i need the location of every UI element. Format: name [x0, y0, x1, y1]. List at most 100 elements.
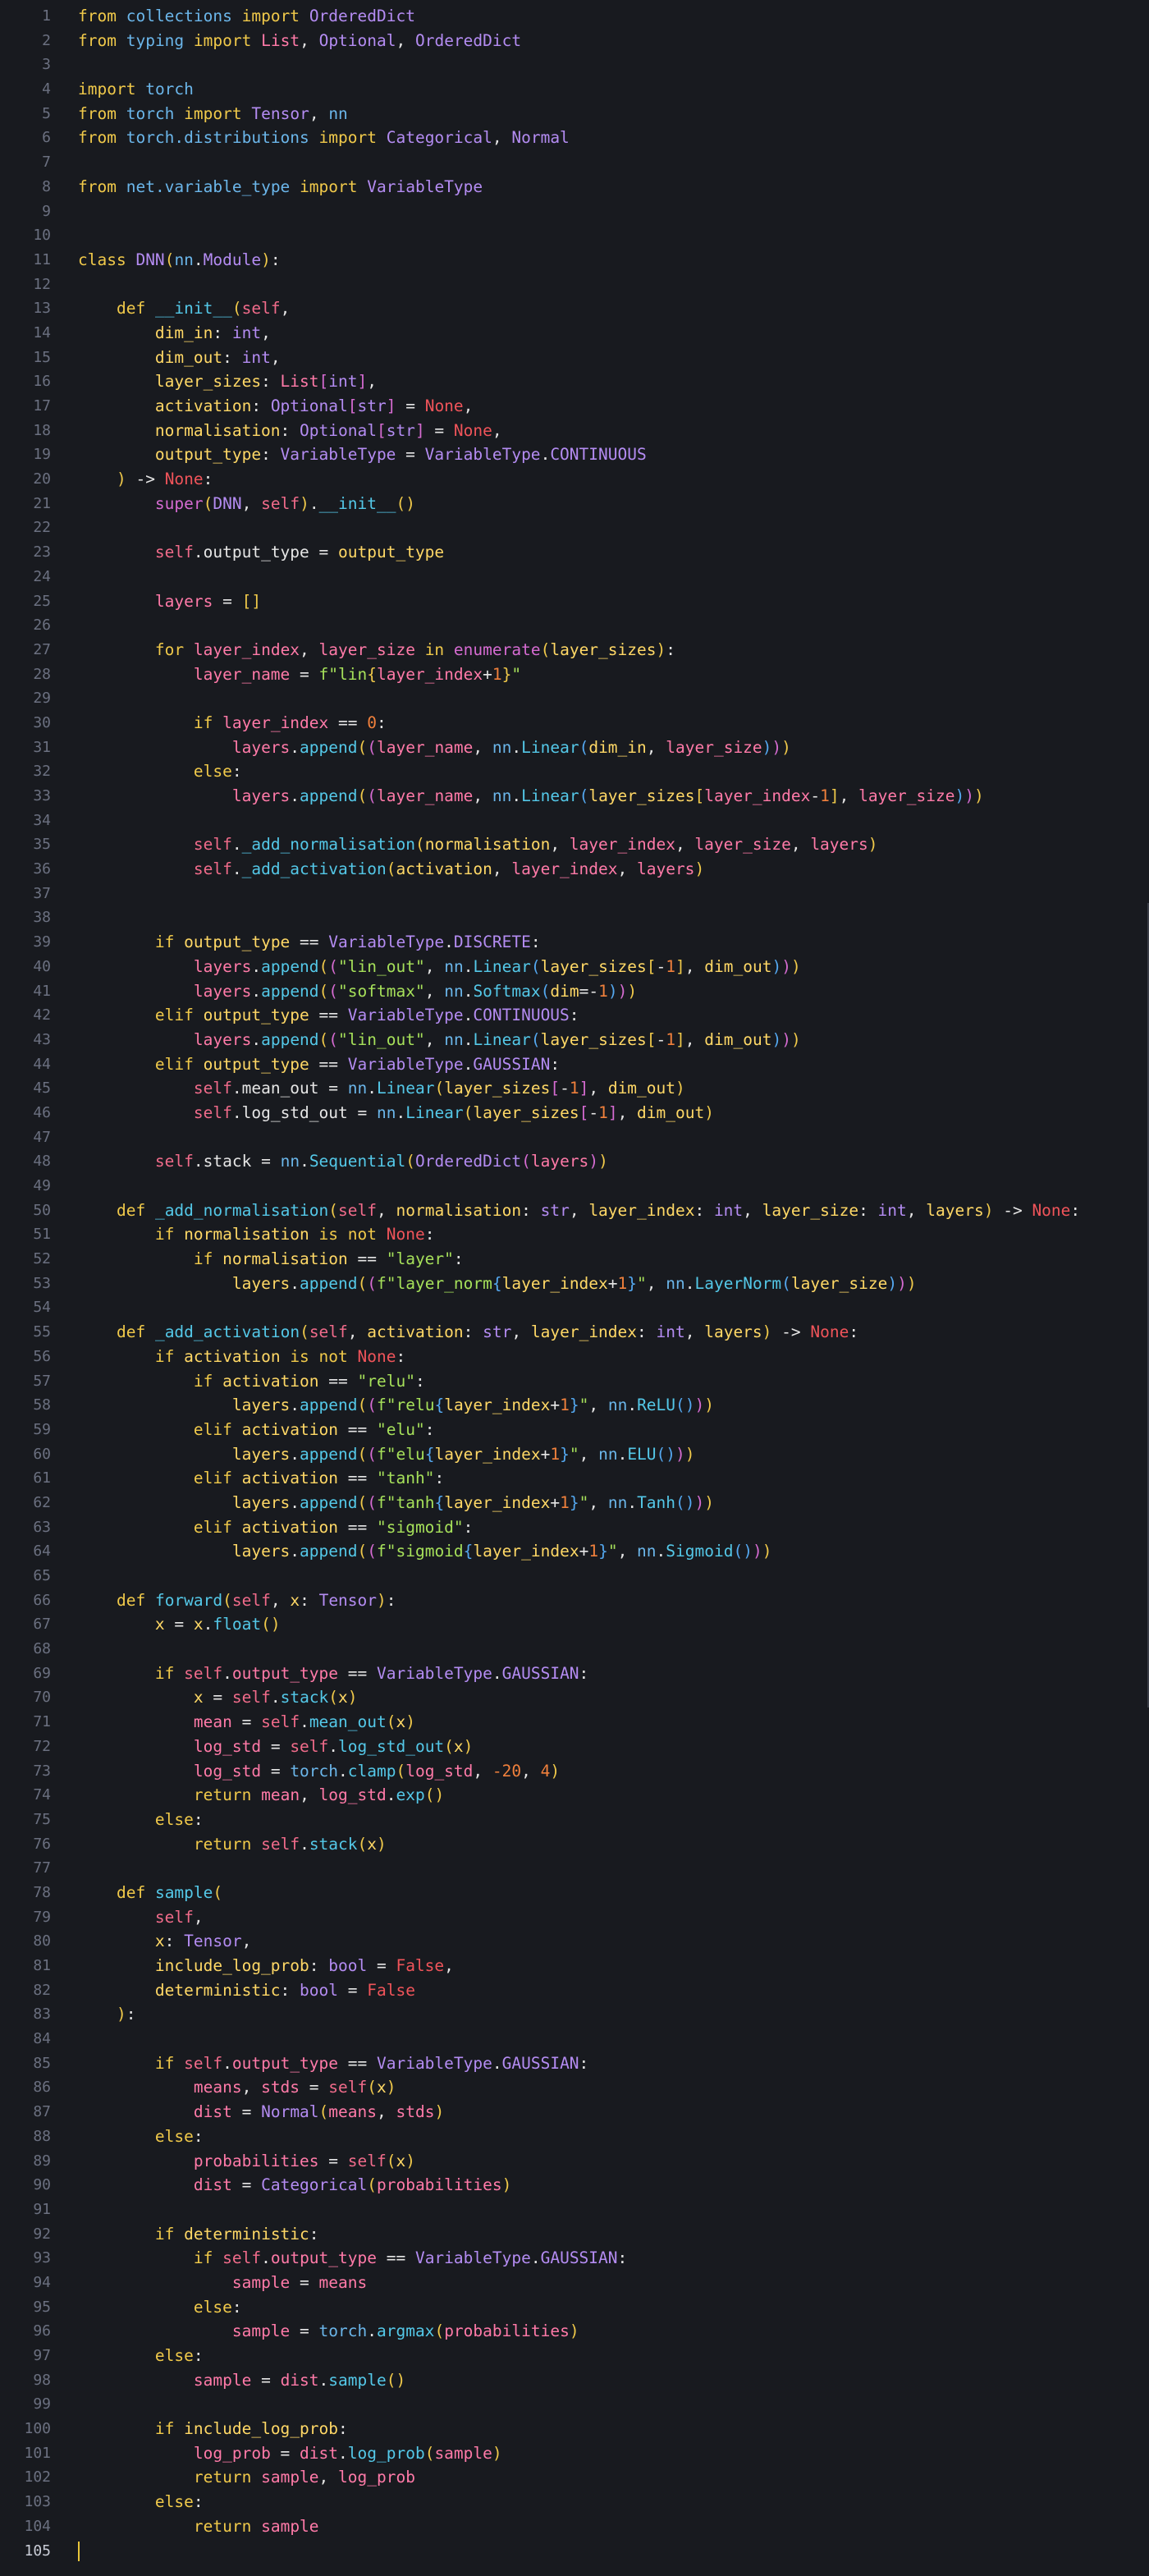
code-line[interactable]: 74 return mean, log_std.exp(): [0, 1783, 1149, 1808]
code-line[interactable]: 4 import torch: [0, 77, 1149, 102]
code-line[interactable]: 87 dist = Normal(means, stds): [0, 2100, 1149, 2125]
code-line[interactable]: 27 for layer_index, layer_size in enumer…: [0, 638, 1149, 662]
code-line[interactable]: 9: [0, 199, 1149, 224]
code-line[interactable]: 53 layers.append((f"layer_norm{layer_ind…: [0, 1272, 1149, 1296]
code-line[interactable]: 15 dim_out: int,: [0, 346, 1149, 370]
code-line[interactable]: 99: [0, 2392, 1149, 2417]
code-line[interactable]: 47: [0, 1125, 1149, 1150]
code-line[interactable]: 7: [0, 150, 1149, 175]
code-line[interactable]: 49: [0, 1174, 1149, 1199]
code-line[interactable]: 97 else:: [0, 2344, 1149, 2368]
code-line[interactable]: 48 self.stack = nn.Sequential(OrderedDic…: [0, 1149, 1149, 1174]
code-line[interactable]: 56 if activation is not None:: [0, 1345, 1149, 1369]
code-line[interactable]: 66 def forward(self, x: Tensor):: [0, 1588, 1149, 1613]
code-line[interactable]: 33 layers.append((layer_name, nn.Linear(…: [0, 784, 1149, 809]
code-line[interactable]: 43 layers.append(("lin_out", nn.Linear(l…: [0, 1028, 1149, 1052]
code-line[interactable]: 21 super(DNN, self).__init__(): [0, 492, 1149, 516]
code-line[interactable]: 90 dist = Categorical(probabilities): [0, 2173, 1149, 2198]
code-line[interactable]: 54: [0, 1295, 1149, 1320]
code-line[interactable]: 82 deterministic: bool = False: [0, 1978, 1149, 2003]
code-line[interactable]: 23 self.output_type = output_type: [0, 540, 1149, 565]
code-line[interactable]: 84: [0, 2027, 1149, 2051]
code-line[interactable]: 75 else:: [0, 1808, 1149, 1832]
code-line[interactable]: 62 layers.append((f"tanh{layer_index+1}"…: [0, 1491, 1149, 1515]
code-line[interactable]: 52 if normalisation == "layer":: [0, 1247, 1149, 1272]
code-line[interactable]: 72 log_std = self.log_std_out(x): [0, 1735, 1149, 1759]
code-line[interactable]: 79 self,: [0, 1905, 1149, 1930]
code-line[interactable]: 78 def sample(: [0, 1881, 1149, 1905]
code-line[interactable]: 57 if activation == "relu":: [0, 1369, 1149, 1394]
code-line[interactable]: 37: [0, 882, 1149, 906]
code-line[interactable]: 14 dim_in: int,: [0, 321, 1149, 346]
code-line[interactable]: 5 from torch import Tensor, nn: [0, 102, 1149, 126]
code-line[interactable]: 98 sample = dist.sample(): [0, 2368, 1149, 2393]
code-line[interactable]: 102 return sample, log_prob: [0, 2465, 1149, 2490]
code-line[interactable]: 11 class DNN(nn.Module):: [0, 248, 1149, 273]
code-line[interactable]: 2 from typing import List, Optional, Orde…: [0, 29, 1149, 53]
code-lines[interactable]: 1 from collections import OrderedDict 2 fro…: [0, 4, 1149, 2563]
code-line[interactable]: 28 layer_name = f"lin{layer_index+1}": [0, 662, 1149, 687]
code-line[interactable]: 20 ) -> None:: [0, 467, 1149, 492]
code-line[interactable]: 96 sample = torch.argmax(probabilities): [0, 2319, 1149, 2344]
code-line[interactable]: 32 else:: [0, 759, 1149, 784]
code-line[interactable]: 10: [0, 223, 1149, 248]
code-line[interactable]: 86 means, stds = self(x): [0, 2075, 1149, 2100]
code-line[interactable]: 29: [0, 686, 1149, 711]
code-line[interactable]: 83 ):: [0, 2002, 1149, 2027]
code-line[interactable]: 103 else:: [0, 2490, 1149, 2514]
code-line[interactable]: 77: [0, 1856, 1149, 1881]
code-line[interactable]: 101 log_prob = dist.log_prob(sample): [0, 2441, 1149, 2466]
code-line[interactable]: 85 if self.output_type == VariableType.G…: [0, 2051, 1149, 2076]
code-line[interactable]: 88 else:: [0, 2125, 1149, 2149]
code-line[interactable]: 64 layers.append((f"sigmoid{layer_index+…: [0, 1539, 1149, 1564]
code-line[interactable]: 80 x: Tensor,: [0, 1929, 1149, 1954]
code-line[interactable]: 8 from net.variable_type import VariableT…: [0, 175, 1149, 199]
code-line[interactable]: 55 def _add_activation(self, activation:…: [0, 1320, 1149, 1345]
code-line[interactable]: 93 if self.output_type == VariableType.G…: [0, 2246, 1149, 2271]
code-line[interactable]: 22: [0, 516, 1149, 540]
code-line[interactable]: 65: [0, 1564, 1149, 1588]
code-line[interactable]: 60 layers.append((f"elu{layer_index+1}",…: [0, 1442, 1149, 1467]
code-line[interactable]: 73 log_std = torch.clamp(log_std, -20, 4…: [0, 1759, 1149, 1784]
code-line[interactable]: 41 layers.append(("softmax", nn.Softmax(…: [0, 979, 1149, 1004]
code-line[interactable]: 19 output_type: VariableType = VariableT…: [0, 442, 1149, 467]
code-line[interactable]: 36 self._add_activation(activation, laye…: [0, 857, 1149, 882]
code-line[interactable]: 61 elif activation == "tanh":: [0, 1466, 1149, 1491]
code-line[interactable]: 46 self.log_std_out = nn.Linear(layer_si…: [0, 1101, 1149, 1125]
code-line[interactable]: 31 layers.append((layer_name, nn.Linear(…: [0, 736, 1149, 760]
code-line[interactable]: 18 normalisation: Optional[str] = None,: [0, 419, 1149, 443]
code-line[interactable]: 25 layers = []: [0, 589, 1149, 614]
code-line[interactable]: 92 if deterministic:: [0, 2222, 1149, 2247]
code-line[interactable]: 34: [0, 809, 1149, 833]
code-line[interactable]: 1 from collections import OrderedDict: [0, 4, 1149, 29]
code-line[interactable]: 16 layer_sizes: List[int],: [0, 369, 1149, 394]
code-line[interactable]: 24: [0, 565, 1149, 589]
code-line[interactable]: 69 if self.output_type == VariableType.G…: [0, 1662, 1149, 1686]
code-line[interactable]: 91: [0, 2198, 1149, 2222]
code-line[interactable]: 70 x = self.stack(x): [0, 1685, 1149, 1710]
code-line[interactable]: 39 if output_type == VariableType.DISCRE…: [0, 930, 1149, 955]
code-line[interactable]: 58 layers.append((f"relu{layer_index+1}"…: [0, 1393, 1149, 1418]
code-line[interactable]: 105: [0, 2539, 1149, 2564]
code-line[interactable]: 67 x = x.float(): [0, 1612, 1149, 1637]
code-line[interactable]: 6 from torch.distributions import Categor…: [0, 126, 1149, 150]
code-line[interactable]: 95 else:: [0, 2295, 1149, 2320]
code-line[interactable]: 3: [0, 53, 1149, 77]
code-line[interactable]: 63 elif activation == "sigmoid":: [0, 1515, 1149, 1540]
code-line[interactable]: 51 if normalisation is not None:: [0, 1222, 1149, 1247]
code-line[interactable]: 17 activation: Optional[str] = None,: [0, 394, 1149, 419]
code-line[interactable]: 44 elif output_type == VariableType.GAUS…: [0, 1052, 1149, 1077]
code-line[interactable]: 94 sample = means: [0, 2271, 1149, 2295]
code-line[interactable]: 89 probabilities = self(x): [0, 2149, 1149, 2174]
code-line[interactable]: 42 elif output_type == VariableType.CONT…: [0, 1003, 1149, 1028]
code-line[interactable]: 38: [0, 905, 1149, 930]
code-editor[interactable]: 1 from collections import OrderedDict 2 fro…: [0, 0, 1149, 2576]
code-line[interactable]: 59 elif activation == "elu":: [0, 1418, 1149, 1442]
code-line[interactable]: 35 self._add_normalisation(normalisation…: [0, 832, 1149, 857]
code-line[interactable]: 40 layers.append(("lin_out", nn.Linear(l…: [0, 955, 1149, 979]
code-line[interactable]: 45 self.mean_out = nn.Linear(layer_sizes…: [0, 1076, 1149, 1101]
code-line[interactable]: 100 if include_log_prob:: [0, 2417, 1149, 2441]
code-line[interactable]: 81 include_log_prob: bool = False,: [0, 1954, 1149, 1978]
code-line[interactable]: 104 return sample: [0, 2514, 1149, 2539]
code-line[interactable]: 68: [0, 1637, 1149, 1662]
